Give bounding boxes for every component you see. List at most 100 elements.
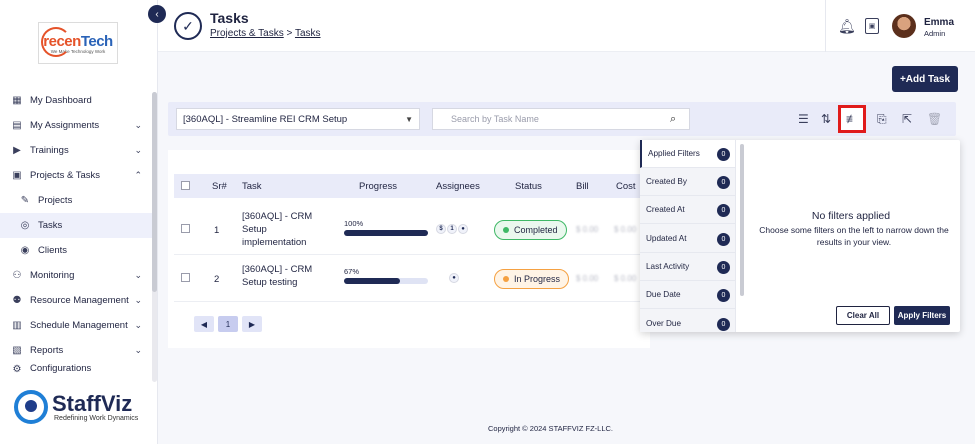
sort-icon[interactable]: ⇅ bbox=[821, 112, 831, 126]
row-assignees[interactable]: $ 1 ● bbox=[436, 224, 468, 234]
sidebar-collapse-button[interactable]: ‹ bbox=[148, 5, 166, 23]
sidebar-item-projects[interactable]: ✎ Projects bbox=[0, 188, 152, 213]
table-row[interactable]: 1 [360AQL] - CRM Setup implementation 10… bbox=[174, 205, 650, 255]
sidebar-item-configurations[interactable]: ⚙ Configurations bbox=[0, 363, 152, 373]
pagination: ◀ 1 ▶ bbox=[194, 316, 262, 332]
filter-category-last-activity[interactable]: Last Activity 0 bbox=[640, 253, 735, 281]
column-header-sr[interactable]: Sr# bbox=[212, 181, 227, 192]
row-assignees[interactable]: ● bbox=[449, 273, 459, 283]
row-cost: $ 0.00 bbox=[614, 225, 637, 234]
top-header: ✓ Tasks Projects & Tasks > Tasks 🔔︎ ▣ Em… bbox=[158, 0, 975, 52]
clear-all-button[interactable]: Clear All bbox=[836, 306, 890, 325]
sidebar-item-resource-management[interactable]: ⚉ Resource Management ⌄ bbox=[0, 288, 152, 313]
next-page-button[interactable]: ▶ bbox=[242, 316, 262, 332]
row-checkbox[interactable] bbox=[181, 273, 190, 282]
filter-list-scrollbar[interactable] bbox=[740, 144, 744, 296]
column-header-assignees[interactable]: Assignees bbox=[436, 181, 480, 192]
sidebar-scrollbar-thumb[interactable] bbox=[152, 92, 157, 292]
filter-category-due-date[interactable]: Due Date 0 bbox=[640, 281, 735, 309]
filter-category-over-due[interactable]: Over Due 0 bbox=[640, 310, 735, 332]
chevron-up-icon: ⌃ bbox=[134, 170, 142, 180]
page-title: Tasks bbox=[210, 10, 249, 26]
progress-bar-fill bbox=[344, 230, 428, 236]
user-name[interactable]: Emma bbox=[924, 17, 954, 28]
row-sr: 1 bbox=[214, 225, 220, 236]
import-icon[interactable]: ⎘ bbox=[877, 112, 887, 127]
column-header-task[interactable]: Task bbox=[242, 181, 262, 192]
search-input[interactable]: Search by Task Name bbox=[432, 108, 690, 130]
row-task-name[interactable]: [360AQL] - CRM Setup implementation bbox=[242, 210, 322, 249]
progress-bar-fill bbox=[344, 278, 401, 284]
row-checkbox[interactable] bbox=[181, 224, 190, 233]
column-header-cost[interactable]: Cost bbox=[616, 181, 636, 192]
chevron-down-icon: ⌄ bbox=[134, 120, 142, 130]
list-view-icon[interactable]: ☰ bbox=[798, 112, 809, 126]
sidebar-item-monitoring[interactable]: ⚇ Monitoring ⌄ bbox=[0, 263, 152, 288]
chevron-down-icon: ⌄ bbox=[134, 295, 142, 305]
filter-count-badge: 0 bbox=[717, 261, 730, 274]
calendar-icon: ▥ bbox=[12, 320, 22, 331]
sidebar-item-schedule-management[interactable]: ▥ Schedule Management ⌄ bbox=[0, 313, 152, 338]
column-header-status[interactable]: Status bbox=[515, 181, 542, 192]
breadcrumb-tasks[interactable]: Tasks bbox=[295, 28, 321, 39]
prev-page-button[interactable]: ◀ bbox=[194, 316, 214, 332]
filter-button[interactable]: ≢ bbox=[838, 105, 866, 133]
assignee-avatar[interactable]: ● bbox=[458, 224, 468, 234]
row-task-name[interactable]: [360AQL] - CRM Setup testing bbox=[242, 263, 322, 289]
row-progress-label: 100% bbox=[344, 219, 364, 228]
export-icon[interactable]: ⇱ bbox=[902, 112, 912, 126]
footer-copyright: Copyright © 2024 STAFFVIZ FZ-LLC. bbox=[488, 424, 614, 433]
timesheet-icon[interactable]: ▣ bbox=[865, 18, 879, 34]
user-icon: ◉ bbox=[20, 245, 30, 256]
breadcrumb-separator: > bbox=[286, 28, 293, 39]
row-bill: $ 0.00 bbox=[576, 274, 599, 283]
progress-bar bbox=[344, 278, 428, 284]
monitor-icon: ⚇ bbox=[12, 270, 22, 281]
filter-empty-description: Choose some filters on the left to narro… bbox=[759, 225, 949, 247]
filter-count-badge: 0 bbox=[717, 148, 730, 161]
column-header-progress[interactable]: Progress bbox=[359, 181, 397, 192]
assignee-avatar[interactable]: $ bbox=[436, 224, 446, 234]
filter-sliders-icon: ≢ bbox=[846, 112, 858, 126]
notification-bell-icon[interactable]: 🔔︎ bbox=[838, 18, 856, 35]
status-badge[interactable]: Completed bbox=[494, 220, 567, 240]
page-number-button[interactable]: 1 bbox=[218, 316, 238, 332]
sidebar-item-trainings[interactable]: ▶ Trainings ⌄ bbox=[0, 138, 152, 163]
play-icon: ▶ bbox=[13, 145, 21, 156]
search-icon[interactable]: ⌕ bbox=[670, 113, 676, 126]
assignee-avatar[interactable]: ● bbox=[449, 273, 459, 283]
avatar[interactable] bbox=[892, 14, 916, 38]
apply-filters-button[interactable]: Apply Filters bbox=[894, 306, 950, 325]
filter-category-updated-at[interactable]: Updated At 0 bbox=[640, 225, 735, 253]
sidebar-item-my-dashboard[interactable]: ▦ My Dashboard bbox=[0, 88, 152, 113]
company-logo[interactable]: recenTech We Make Technology Work bbox=[38, 22, 118, 64]
sidebar-item-my-assignments[interactable]: ▤ My Assignments ⌄ bbox=[0, 113, 152, 138]
select-all-checkbox[interactable] bbox=[181, 181, 190, 190]
check-circle-icon: ◎ bbox=[20, 220, 30, 231]
column-header-bill[interactable]: Bill bbox=[576, 181, 589, 192]
filter-count-badge: 0 bbox=[717, 176, 730, 189]
filter-count-badge: 0 bbox=[717, 204, 730, 217]
breadcrumb-projects-tasks[interactable]: Projects & Tasks bbox=[210, 28, 284, 39]
caret-down-icon: ▼ bbox=[405, 115, 413, 124]
chevron-down-icon: ⌄ bbox=[134, 345, 142, 355]
table-row[interactable]: 2 [360AQL] - CRM Setup testing 67% ● In … bbox=[174, 256, 650, 302]
sidebar-item-tasks[interactable]: ◎ Tasks bbox=[0, 213, 152, 238]
sidebar-item-reports[interactable]: ▧ Reports ⌄ bbox=[0, 338, 152, 363]
project-select[interactable]: [360AQL] - Streamline REI CRM Setup ▼ bbox=[176, 108, 420, 130]
trash-icon[interactable]: 🗑︎ bbox=[927, 112, 942, 126]
filter-category-created-by[interactable]: Created By 0 bbox=[640, 168, 735, 196]
add-task-button[interactable]: +Add Task bbox=[892, 66, 958, 92]
sidebar-item-clients[interactable]: ◉ Clients bbox=[0, 238, 152, 263]
sidebar-item-projects-tasks[interactable]: ▣ Projects & Tasks ⌃ bbox=[0, 163, 152, 188]
filter-category-applied[interactable]: Applied Filters 0 bbox=[640, 140, 735, 168]
status-badge[interactable]: In Progress bbox=[494, 269, 570, 289]
assignee-avatar[interactable]: 1 bbox=[447, 224, 457, 234]
filter-category-created-at[interactable]: Created At 0 bbox=[640, 196, 735, 224]
staffviz-tagline: Redefining Work Dynamics bbox=[54, 414, 139, 422]
task-check-icon: ✓ bbox=[174, 12, 202, 40]
filter-count-badge: 0 bbox=[717, 233, 730, 246]
filter-panel: Applied Filters 0 Created By 0 Created At 0… bbox=[640, 140, 960, 332]
report-icon: ▧ bbox=[12, 345, 22, 356]
filter-empty-title: No filters applied bbox=[811, 210, 891, 222]
